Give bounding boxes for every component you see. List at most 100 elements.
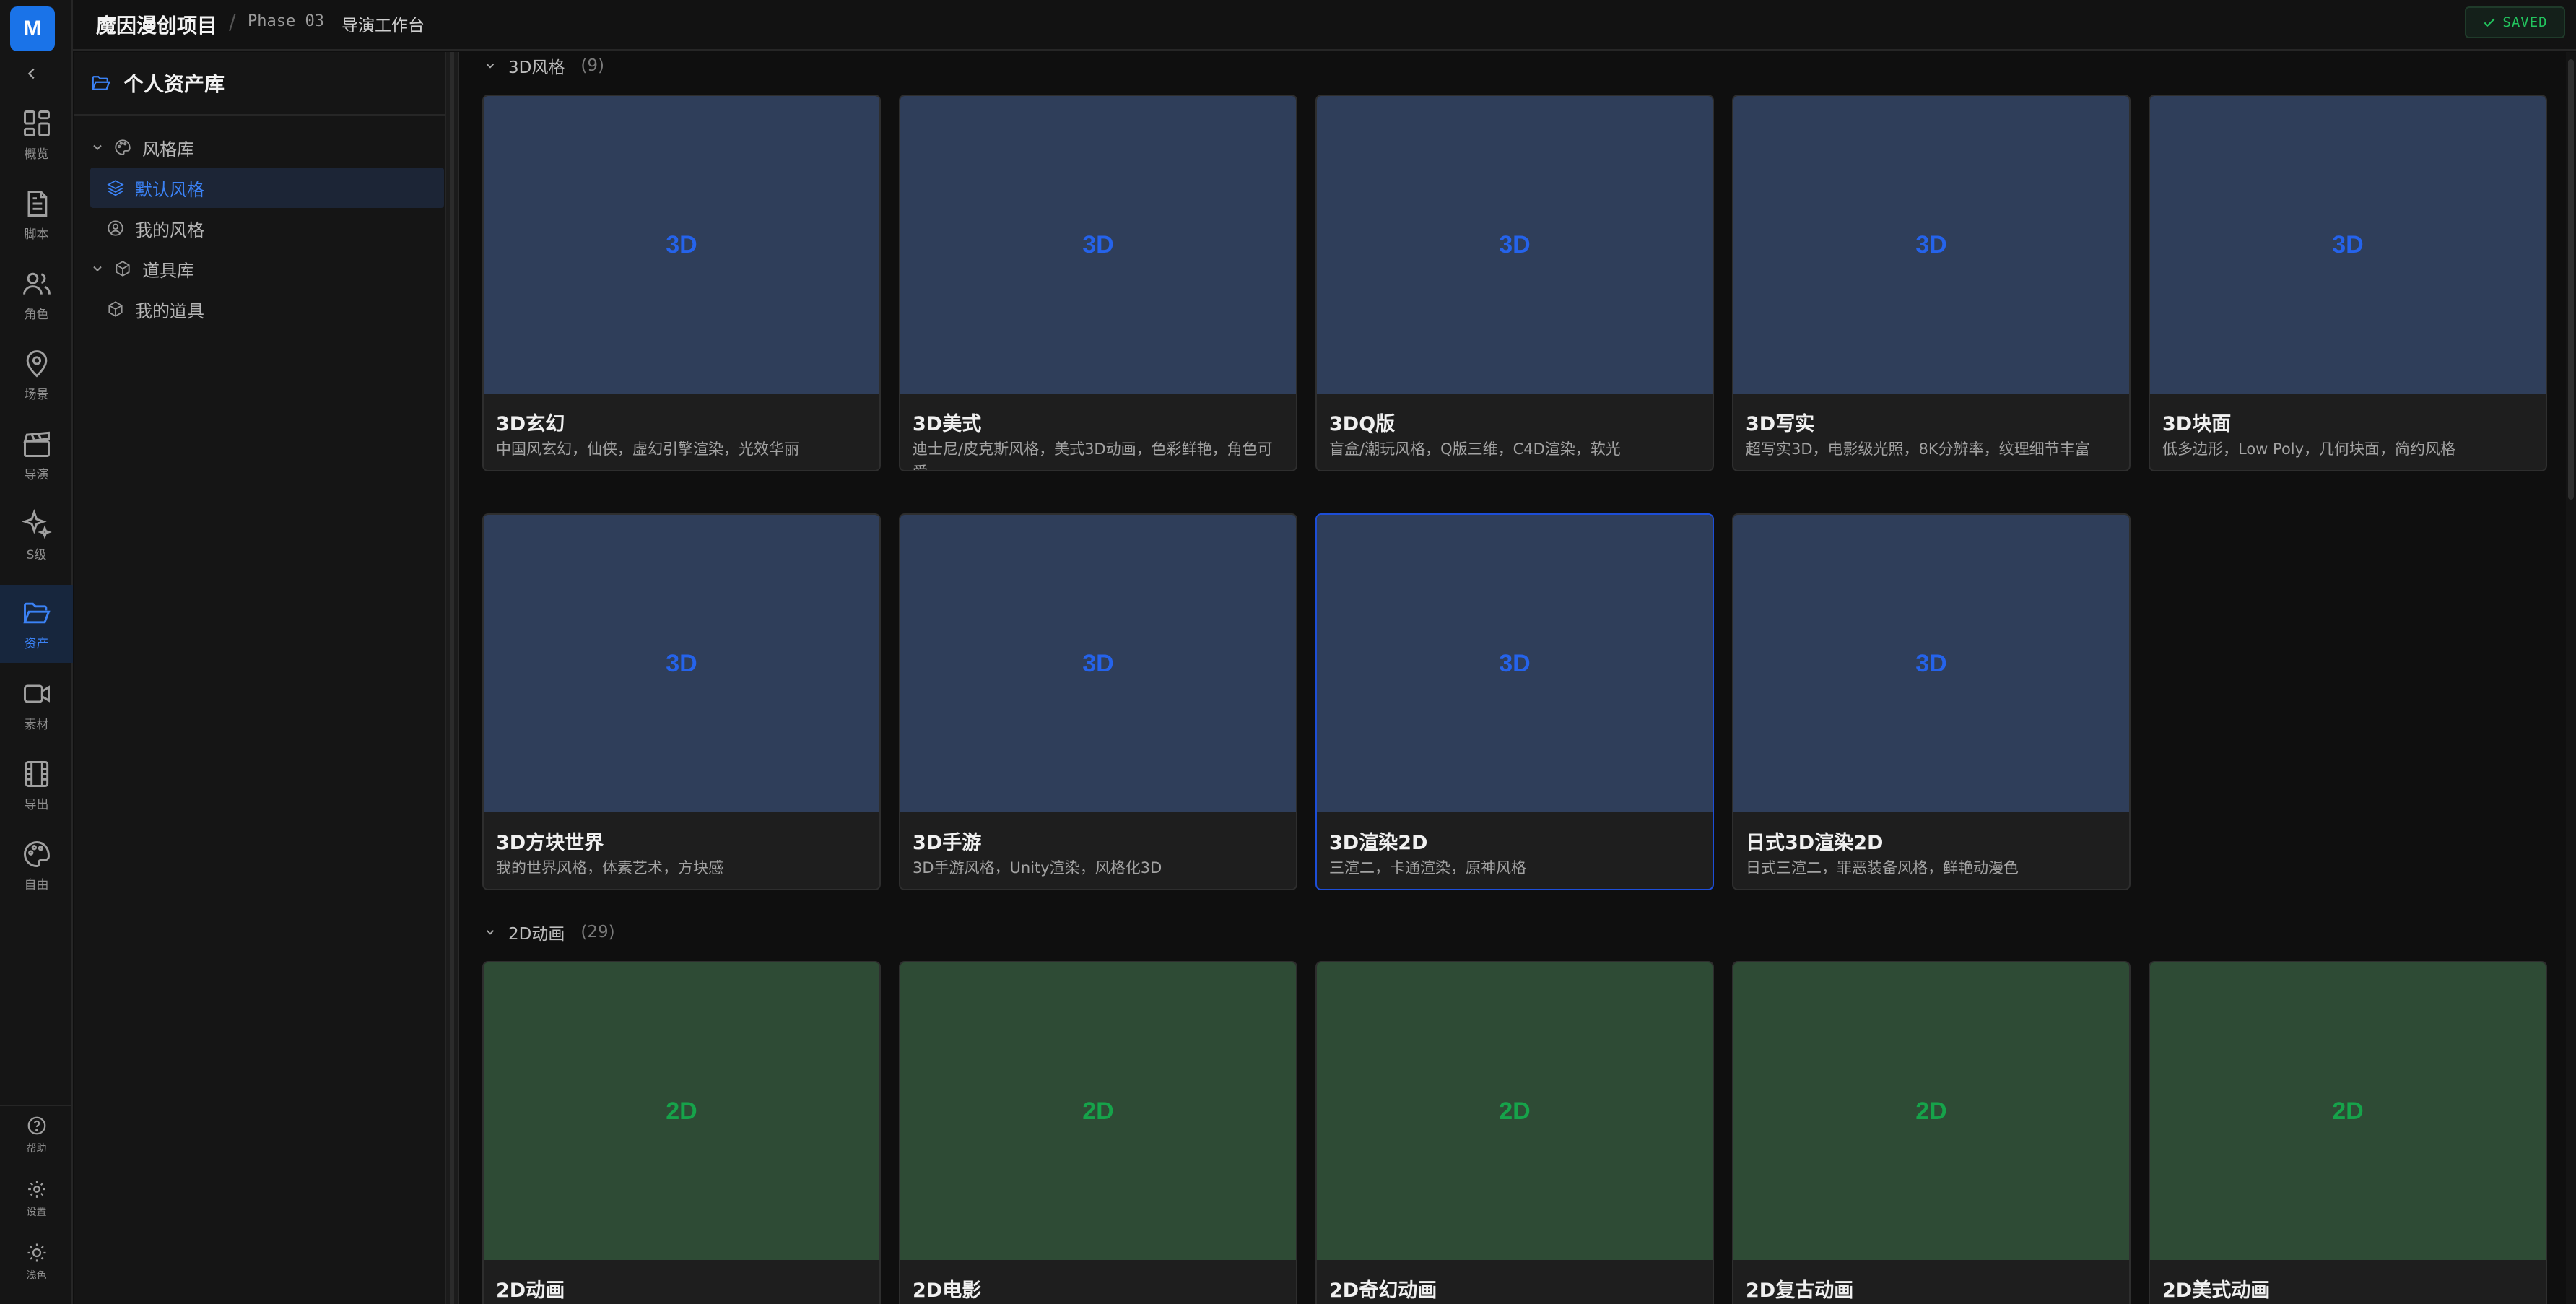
style-card[interactable]: 2D 2D美式动画 <box>2149 961 2547 1304</box>
nav-label: 设置 <box>26 1207 47 1218</box>
section-count: (29) <box>580 923 615 942</box>
nav-item-materials[interactable]: 素材 <box>0 666 73 744</box>
card-thumbnail: 2D <box>2150 962 2546 1260</box>
section-title: 2D动画 <box>508 925 565 944</box>
style-card[interactable]: 2D 2D电影 <box>899 961 1297 1304</box>
asset-library-panel: 个人资产库 风格库 默认风格 我的风格 道具库 我的道具 <box>74 52 446 1304</box>
tree-item-default-style[interactable]: 默认风格 <box>90 168 444 208</box>
tree-item-style-library[interactable]: 风格库 <box>74 127 446 168</box>
section-count: (9) <box>580 56 604 75</box>
card-thumbnail: 3D <box>2150 96 2546 394</box>
saved-status-text: SAVED <box>2502 14 2548 30</box>
app-logo[interactable]: M <box>10 6 55 51</box>
document-icon <box>27 190 47 217</box>
nav-item-settings[interactable]: 设置 <box>0 1168 73 1229</box>
card-description: 低多边形，Low Poly，几何块面，简约风格 <box>2162 440 2456 458</box>
tree-item-prop-library[interactable]: 道具库 <box>74 248 446 289</box>
project-name[interactable]: 魔因漫创项目 <box>96 10 217 39</box>
style-card[interactable]: 3D 3D写实 超写实3D，电影级光照，8K分辨率，纹理细节丰富 <box>1732 95 2131 471</box>
style-card[interactable]: 3D 3D方块世界 我的世界风格，体素艺术，方块感 <box>482 513 881 890</box>
card-title: 2D美式动画 <box>2162 1279 2271 1302</box>
asset-library-header: 个人资产库 <box>74 52 445 116</box>
style-card[interactable]: 2D 2D动画 <box>482 961 881 1304</box>
card-title: 3D方块世界 <box>496 832 604 854</box>
style-card[interactable]: 3D 3DQ版 盲盒/潮玩风格，Q版三维，C4D渲染，软光 <box>1315 95 1714 471</box>
nav-item-overview[interactable]: 概览 <box>0 95 73 173</box>
nav-label: 角色 <box>24 307 49 322</box>
main-scrollbar[interactable] <box>2566 52 2576 1304</box>
box-icon <box>116 261 130 277</box>
video-icon <box>23 684 50 703</box>
nav-item-assets[interactable]: 资产 <box>0 585 73 663</box>
card-title: 2D奇幻动画 <box>1329 1279 1437 1302</box>
nav-label: 脚本 <box>24 227 49 242</box>
nav-item-theme-light[interactable]: 浅色 <box>0 1232 73 1292</box>
card-title: 3DQ版 <box>1329 413 1396 435</box>
phase-label: Phase 03 <box>248 12 324 30</box>
card-description: 3D手游风格，Unity渲染，风格化3D <box>913 859 1162 877</box>
tree-label: 我的道具 <box>135 300 204 321</box>
card-title: 3D渲染2D <box>1329 832 1428 854</box>
section-header-2d[interactable]: 2D动画 (29) <box>484 920 615 944</box>
nav-item-help[interactable]: 帮助 <box>0 1105 73 1165</box>
section-header-3d[interactable]: 3D风格 (9) <box>484 53 604 78</box>
film-icon <box>25 760 48 787</box>
nav-item-script[interactable]: 脚本 <box>0 175 73 253</box>
asset-library-title: 个人资产库 <box>123 72 225 96</box>
layers-icon <box>107 180 124 196</box>
map-pin-icon <box>26 349 47 377</box>
chevron-down-icon <box>93 144 102 150</box>
card-thumbnail: 3D <box>900 515 1296 812</box>
card-description: 日式三渲二，罪恶装备风格，鲜艳动漫色 <box>1746 859 2019 877</box>
tree-label: 默认风格 <box>135 179 204 200</box>
nav-item-characters[interactable]: 角色 <box>0 256 73 334</box>
tree-item-my-props[interactable]: 我的道具 <box>74 289 446 329</box>
check-icon <box>2484 18 2495 27</box>
card-title: 3D美式 <box>913 413 982 435</box>
nav-label: 导出 <box>24 797 49 812</box>
nav-item-export[interactable]: 导出 <box>0 746 73 824</box>
style-card[interactable]: 2D 2D复古动画 <box>1732 961 2131 1304</box>
card-title: 日式3D渲染2D <box>1746 832 1884 854</box>
card-description: 盲盒/潮玩风格，Q版三维，C4D渲染，软光 <box>1329 440 1621 458</box>
card-title: 3D块面 <box>2162 413 2232 435</box>
tree-label: 风格库 <box>142 139 194 160</box>
style-card[interactable]: 3D 日式3D渲染2D 日式三渲二，罪恶装备风格，鲜艳动漫色 <box>1732 513 2131 890</box>
card-description: 超写实3D，电影级光照，8K分辨率，纹理细节丰富 <box>1746 440 2090 458</box>
nav-label: 资产 <box>24 636 49 651</box>
card-thumbnail: 3D <box>900 96 1296 394</box>
card-thumbnail: 3D <box>1733 515 2129 812</box>
tree-item-my-style[interactable]: 我的风格 <box>74 208 446 248</box>
card-thumbnail: 3D <box>1317 96 1713 394</box>
sparkles-icon <box>21 508 52 539</box>
nav-item-director[interactable]: 导演 <box>0 416 73 494</box>
style-card[interactable]: 3D 3D手游 3D手游风格，Unity渲染，风格化3D <box>899 513 1297 890</box>
collapse-chevron-icon[interactable] <box>20 62 43 85</box>
style-card[interactable]: 2D 2D奇幻动画 <box>1315 961 1714 1304</box>
asset-grid-area: 3D风格 (9) 3D 3D玄幻 中国风玄幻，仙侠，虚幻引擎渲染，光效华丽 3D… <box>459 52 2576 1304</box>
style-card[interactable]: 3D 3D美式 迪士尼/皮克斯风格，美式3D动画，色彩鲜艳，角色可爱 <box>899 95 1297 471</box>
card-thumbnail: 3D <box>1317 515 1713 812</box>
nav-label: 素材 <box>24 717 49 732</box>
nav-item-s-grade[interactable]: S级 <box>0 496 73 574</box>
scrollbar-thumb[interactable] <box>2568 59 2574 500</box>
card-thumbnail: 2D <box>484 962 879 1260</box>
nav-item-scenes[interactable]: 场景 <box>0 336 73 414</box>
card-description: 我的世界风格，体素艺术，方块感 <box>496 859 723 877</box>
style-card-selected[interactable]: 3D 3D渲染2D 三渲二，卡通渲染，原神风格 <box>1315 513 1714 890</box>
card-description: 中国风玄幻，仙侠，虚幻引擎渲染，光效华丽 <box>496 440 799 458</box>
card-title: 2D动画 <box>496 1279 565 1302</box>
chevron-down-icon <box>486 930 495 935</box>
stage-label: 导演工作台 <box>341 17 425 35</box>
tree-label: 道具库 <box>142 260 194 281</box>
style-card[interactable]: 3D 3D块面 低多边形，Low Poly，几何块面，简约风格 <box>2149 95 2547 471</box>
card-thumbnail: 3D <box>484 96 879 394</box>
tree-label: 我的风格 <box>135 219 204 240</box>
folder-open-icon <box>22 602 51 623</box>
help-icon <box>27 1116 45 1135</box>
card-thumbnail: 2D <box>1317 962 1713 1260</box>
nav-item-free[interactable]: 自由 <box>0 826 73 904</box>
style-card[interactable]: 3D 3D玄幻 中国风玄幻，仙侠，虚幻引擎渲染，光效华丽 <box>482 95 881 471</box>
panel-resize-handle[interactable] <box>446 52 459 1304</box>
card-title: 3D写实 <box>1746 413 1815 435</box>
